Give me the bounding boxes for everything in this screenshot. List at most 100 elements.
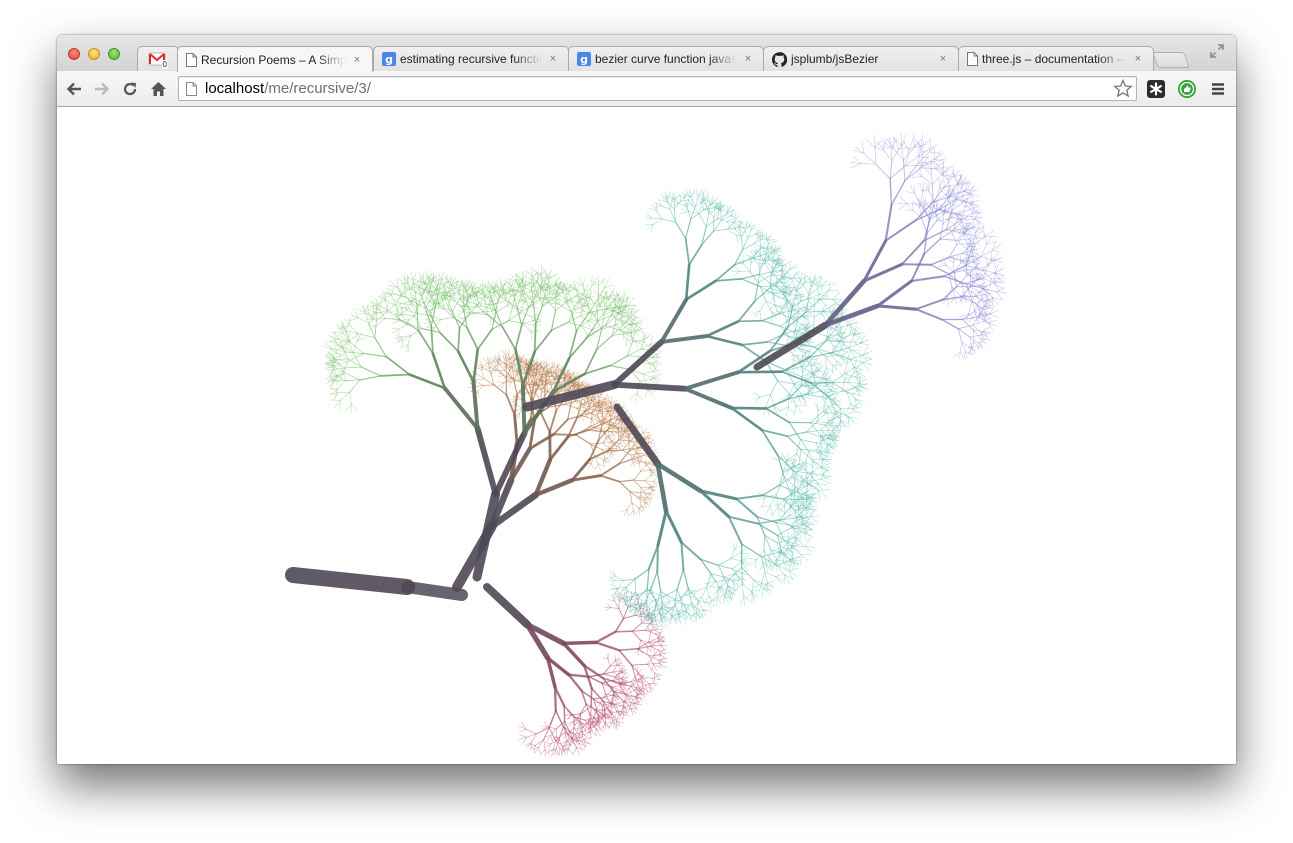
- close-icon[interactable]: ×: [350, 54, 364, 66]
- asterisk-extension-button[interactable]: [1145, 78, 1167, 100]
- tab-gmail[interactable]: 0: [137, 46, 179, 71]
- tree-branch: [594, 641, 621, 652]
- close-icon[interactable]: ×: [546, 53, 560, 65]
- tree-branch: [617, 443, 625, 446]
- tree-branch: [498, 375, 505, 378]
- tree-branch: [414, 292, 418, 309]
- tree-branch: [935, 200, 938, 210]
- tree-branch: [548, 269, 552, 279]
- tree-branch: [675, 221, 687, 239]
- tree-branch: [496, 381, 505, 384]
- tree-branch: [614, 600, 620, 610]
- tree-branch: [726, 218, 734, 222]
- tree-branch: [733, 264, 740, 272]
- tree-branch: [806, 347, 815, 351]
- tree-branch: [891, 149, 900, 161]
- address-bar[interactable]: localhost/me/recursive/3/: [178, 76, 1137, 101]
- tree-branch: [609, 660, 616, 667]
- tree-branch: [474, 385, 484, 387]
- tree-branch: [631, 629, 646, 632]
- tree-branch: [347, 353, 364, 362]
- tree-branch: [474, 425, 499, 498]
- tree-branch: [548, 435, 570, 462]
- tree-branch: [743, 255, 745, 265]
- tab-threejs-docs[interactable]: three.js – documentation – Reference ×: [958, 46, 1154, 71]
- tree-branch: [333, 392, 339, 401]
- tree-branch: [932, 174, 943, 185]
- tree-branch: [583, 399, 586, 408]
- back-button[interactable]: [63, 78, 85, 100]
- tree-branch: [903, 159, 906, 182]
- window-minimize-button[interactable]: [88, 48, 100, 60]
- tree-branch: [924, 208, 930, 219]
- tree-branch: [609, 355, 629, 367]
- tree-branch: [800, 449, 817, 451]
- tree-branch: [650, 645, 660, 651]
- reload-button[interactable]: [119, 78, 141, 100]
- tree-branch: [630, 307, 633, 318]
- chrome-menu-button[interactable]: [1207, 78, 1229, 100]
- tree-branch: [550, 321, 570, 331]
- tree-branch: [642, 373, 654, 378]
- forward-button[interactable]: [91, 78, 113, 100]
- tree-branch: [768, 240, 777, 245]
- tree-branch: [515, 404, 523, 409]
- tree-branch: [644, 389, 648, 398]
- tree-branch: [783, 279, 791, 285]
- close-icon[interactable]: ×: [1131, 53, 1145, 65]
- tree-branch: [616, 445, 618, 453]
- tab-estimating-recursive[interactable]: g estimating recursive function calls ×: [373, 46, 569, 71]
- window-close-button[interactable]: [68, 48, 80, 60]
- tree-branch: [392, 320, 400, 324]
- tree-branch: [841, 334, 855, 338]
- browser-toolbar: localhost/me/recursive/3/: [57, 71, 1236, 107]
- new-tab-button[interactable]: [1152, 52, 1190, 68]
- tab-jsbezier[interactable]: jsplumb/jsBezier ×: [763, 46, 959, 71]
- tree-branch: [367, 304, 369, 314]
- tab-bezier-curve[interactable]: g bezier curve function javascript ×: [568, 46, 764, 71]
- tree-branch: [737, 300, 756, 323]
- tree-branch: [466, 326, 479, 351]
- tab-title: three.js – documentation – Reference: [982, 52, 1127, 66]
- bookmark-star-button[interactable]: [1113, 78, 1133, 103]
- tree-branch: [525, 270, 533, 277]
- tree-branch: [937, 264, 947, 267]
- tree-branch: [626, 294, 629, 306]
- tree-branch: [650, 624, 654, 633]
- tree-branch: [769, 505, 773, 517]
- tab-recursion-poems[interactable]: Recursion Poems – A Simple Generator ×: [177, 46, 373, 72]
- tree-branch: [631, 622, 643, 632]
- tree-branch: [456, 316, 465, 319]
- tree-branch: [576, 283, 581, 291]
- close-icon[interactable]: ×: [741, 53, 755, 65]
- tree-branch: [959, 351, 964, 358]
- thumbs-up-extension-button[interactable]: [1176, 78, 1198, 100]
- tree-branch: [786, 431, 807, 437]
- tree-branch: [884, 219, 917, 242]
- tree-branch: [404, 284, 407, 298]
- tree-branch: [753, 243, 763, 248]
- tree-branch: [606, 653, 609, 660]
- tree-branch: [848, 350, 851, 360]
- url-text[interactable]: localhost/me/recursive/3/: [205, 80, 371, 97]
- tree-branch: [649, 362, 657, 368]
- window-zoom-button[interactable]: [108, 48, 120, 60]
- fullscreen-icon[interactable]: [1210, 44, 1224, 58]
- tree-branch: [920, 138, 932, 148]
- tree-branch: [417, 329, 434, 355]
- tree-branch: [629, 491, 642, 493]
- tree-branch: [533, 323, 537, 353]
- tree-branch: [741, 341, 768, 346]
- tree-branch: [650, 626, 656, 633]
- tree-branch: [796, 314, 799, 322]
- tree-branch: [788, 393, 797, 406]
- home-icon: [150, 82, 166, 96]
- tree-branch: [805, 274, 813, 284]
- tree-branch: [818, 490, 828, 498]
- tree-branch: [476, 328, 493, 351]
- close-icon[interactable]: ×: [936, 53, 950, 65]
- home-button[interactable]: [147, 78, 169, 100]
- tree-branch: [330, 399, 341, 401]
- tree-branch: [806, 429, 822, 433]
- tree-branch: [683, 370, 741, 391]
